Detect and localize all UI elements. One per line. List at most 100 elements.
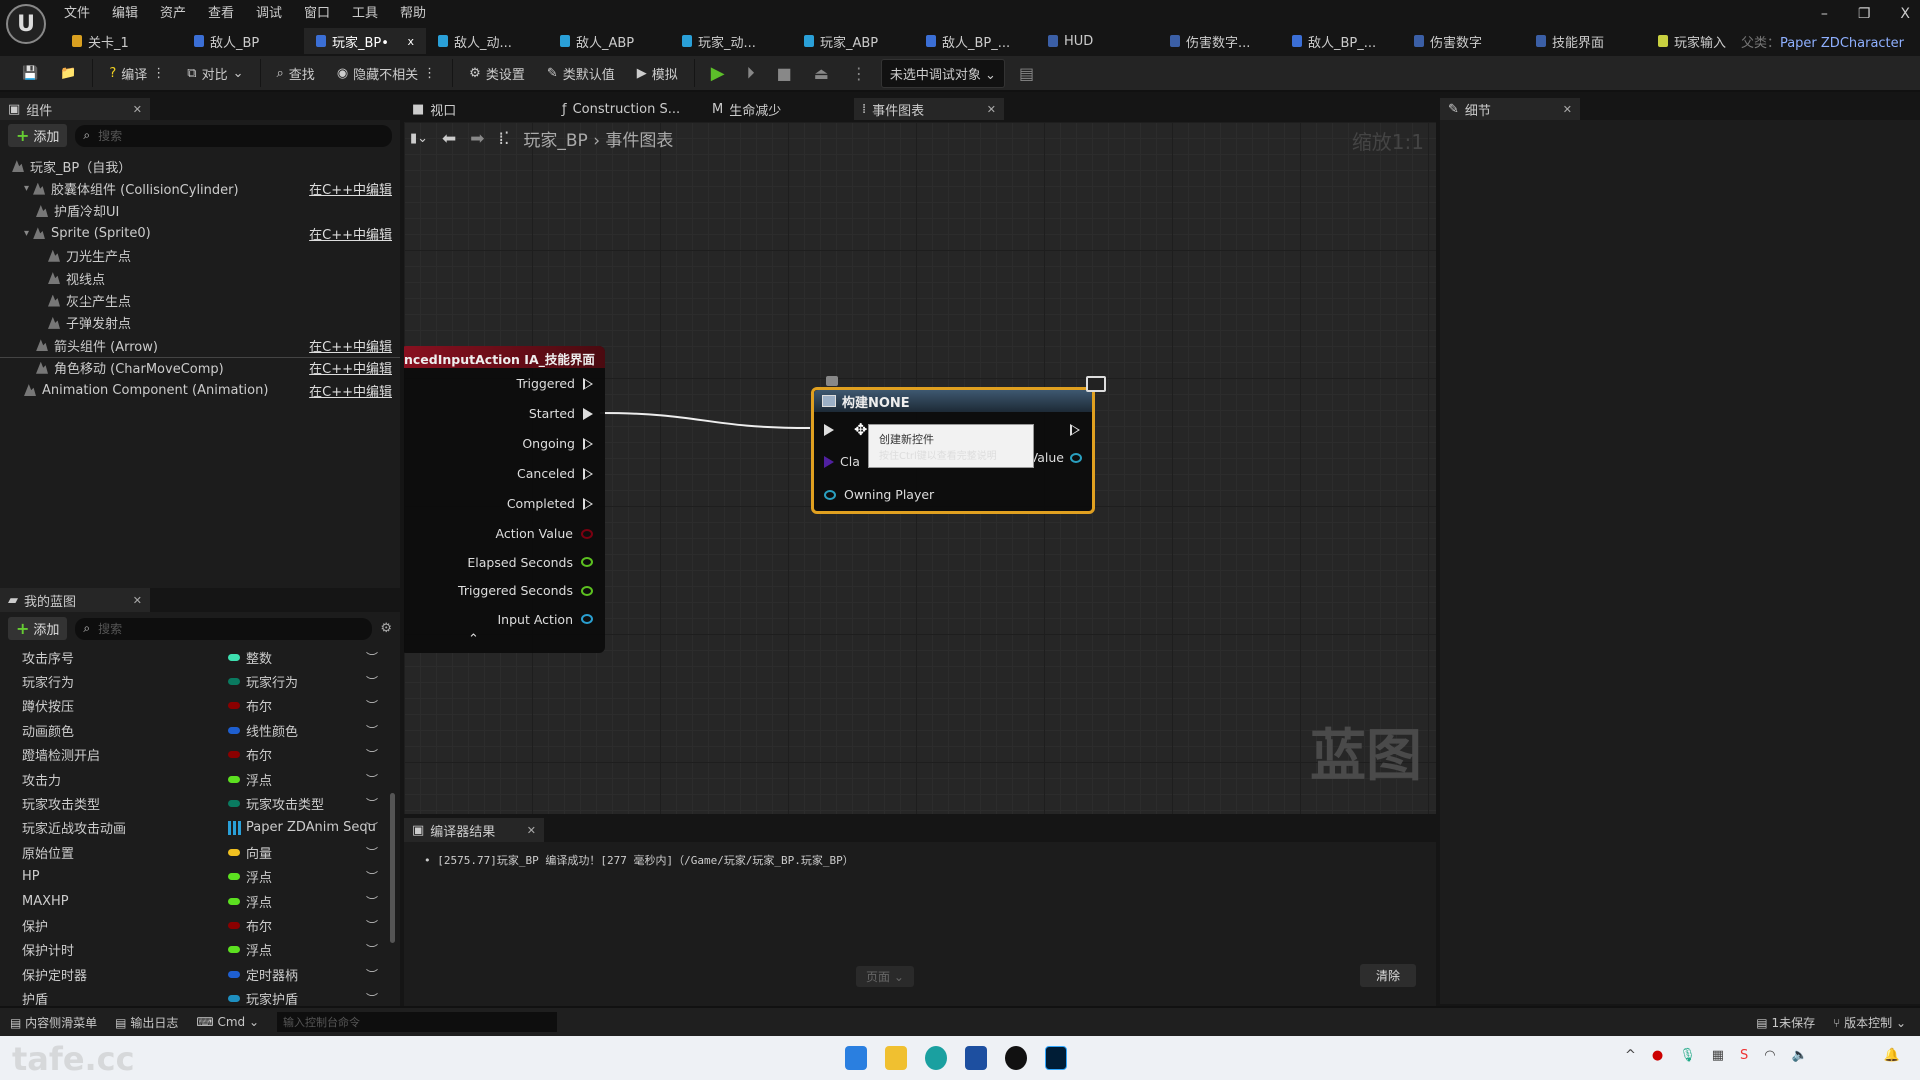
class-pin[interactable]: Cla	[824, 454, 860, 469]
variable-type[interactable]: 玩家攻击类型	[246, 794, 324, 813]
variable-type[interactable]: 浮点	[246, 940, 272, 959]
variable-type[interactable]: 定时器柄	[246, 965, 298, 984]
value-pin[interactable]: Value	[1030, 450, 1082, 465]
menu-item[interactable]: 帮助	[400, 2, 448, 21]
eject-button[interactable]: ⏏	[806, 59, 837, 87]
visibility-eye-icon[interactable]: ︶	[366, 697, 378, 714]
component-item[interactable]: 刀光生产点	[0, 245, 400, 267]
visibility-eye-icon[interactable]: ︶	[366, 819, 378, 836]
variable-item[interactable]: 玩家近战攻击动画 Paper ZDAnim Sequ ︶	[0, 816, 400, 840]
photoshop-icon[interactable]	[1045, 1046, 1067, 1070]
edge-browser-icon[interactable]	[925, 1046, 947, 1070]
minimize-button[interactable]: –	[1821, 6, 1828, 22]
variable-item[interactable]: 原始位置 向量 ︶	[0, 840, 400, 864]
document-tab[interactable]: 敌人_ABP	[548, 28, 670, 54]
hide-unrelated-button[interactable]: ◉ 隐藏不相关 ⋮	[329, 59, 444, 87]
volume-icon[interactable]: 🔈	[1792, 1048, 1808, 1063]
content-drawer-button[interactable]: ▤ 内容侧滑菜单	[10, 1014, 97, 1031]
unsaved-button[interactable]: ▤ 1未保存	[1756, 1014, 1815, 1031]
parent-class-link[interactable]: Paper ZDCharacter	[1780, 36, 1904, 51]
debug-browse-icon[interactable]: ▤	[1011, 59, 1042, 87]
comment-bubble-icon[interactable]	[826, 376, 838, 386]
data-out-pin[interactable]: Action Value	[496, 526, 593, 541]
close-tab-button[interactable]: ✕	[133, 103, 142, 116]
variable-type[interactable]: 玩家护盾	[246, 989, 298, 1005]
menu-item[interactable]: 文件	[64, 2, 112, 21]
variable-type[interactable]: 玩家行为	[246, 672, 298, 691]
data-out-pin[interactable]: Input Action	[498, 612, 593, 627]
close-tab-button[interactable]: ✕	[133, 594, 142, 607]
construct-widget-node[interactable]: 构建NONE Cla Value Owning Player ✥ 创建新控件 按…	[811, 376, 1106, 514]
variable-item[interactable]: 蹬墙检测开启 布尔 ︶	[0, 743, 400, 767]
variable-type[interactable]: 整数	[246, 648, 272, 667]
exec-out-pin[interactable]: Completed	[507, 496, 593, 511]
menu-item[interactable]: 工具	[352, 2, 400, 21]
graph-tab[interactable]: ƒ Construction S...	[554, 98, 704, 120]
visibility-eye-icon[interactable]: ︶	[366, 941, 378, 958]
menu-item[interactable]: 窗口	[304, 2, 352, 21]
compiler-results-tab[interactable]: ▣ 编译器结果 ✕	[404, 818, 544, 842]
variable-item[interactable]: 蹲伏按压 布尔 ︶	[0, 694, 400, 718]
event-graph-canvas[interactable]: ▮⌄ ⬅ ➡ ⁞⁚ 玩家_BP › 事件图表 缩放1:1 蓝图 ncedInpu…	[404, 122, 1436, 814]
component-item[interactable]: 箭头组件 (Arrow) 在C++中编辑	[0, 334, 400, 358]
variable-type[interactable]: 浮点	[246, 770, 272, 789]
data-out-pin[interactable]: Triggered Seconds	[458, 583, 593, 598]
variable-type[interactable]: 浮点	[246, 892, 272, 911]
menu-item[interactable]: 查看	[208, 2, 256, 21]
windows-start-icon[interactable]	[845, 1046, 867, 1070]
visibility-eye-icon[interactable]: ︶	[366, 649, 378, 666]
my-blueprint-tab[interactable]: ▰ 我的蓝图 ✕	[0, 588, 150, 612]
visibility-eye-icon[interactable]: ︶	[366, 746, 378, 763]
cmd-dropdown[interactable]: ⌨ Cmd ⌄	[196, 1015, 259, 1029]
console-input[interactable]: 输入控制台命令	[277, 1012, 558, 1032]
component-item[interactable]: ▾ 胶囊体组件 (CollisionCylinder) 在C++中编辑	[0, 177, 400, 199]
sogou-icon[interactable]: S	[1740, 1048, 1748, 1063]
visibility-eye-icon[interactable]: ︶	[366, 990, 378, 1005]
variable-item[interactable]: 保护 布尔 ︶	[0, 913, 400, 937]
add-component-button[interactable]: + 添加	[8, 124, 68, 147]
variable-item[interactable]: MAXHP 浮点 ︶	[0, 889, 400, 913]
wifi-icon[interactable]: ◠	[1764, 1048, 1775, 1063]
exec-out-pin[interactable]: Triggered	[517, 376, 593, 391]
diff-button[interactable]: ⧉ 对比 ⌄	[179, 59, 251, 87]
compile-button[interactable]: ? 编译 ⋮	[101, 59, 173, 87]
visibility-eye-icon[interactable]: ︶	[366, 844, 378, 861]
unreal-logo-icon[interactable]: U	[6, 4, 46, 44]
component-item[interactable]: 玩家_BP（自我）	[0, 155, 400, 177]
close-tab-button[interactable]: ✕	[1563, 103, 1572, 116]
graph-tab[interactable]: ⁞ 事件图表 ✕	[854, 98, 1004, 120]
document-tab[interactable]: 关卡_1	[60, 28, 182, 54]
variable-item[interactable]: 玩家攻击类型 玩家攻击类型 ︶	[0, 791, 400, 815]
variable-type[interactable]: 向量	[246, 843, 272, 862]
close-window-button[interactable]: X	[1900, 6, 1910, 22]
document-tab[interactable]: 伤害数字	[1402, 28, 1524, 54]
close-tab-button[interactable]: ✕	[527, 824, 536, 837]
find-button[interactable]: ⌕ 查找	[269, 59, 323, 87]
variable-type[interactable]: 布尔	[246, 916, 272, 935]
step-button[interactable]: ⏵	[739, 59, 763, 87]
store-icon[interactable]	[965, 1046, 987, 1070]
debug-target-dropdown[interactable]: 未选中调试对象 ⌄	[880, 58, 1005, 88]
graph-tab[interactable]: ■ 视口	[404, 98, 554, 120]
ime-icon[interactable]: ▦	[1712, 1048, 1724, 1063]
edit-in-cpp-link[interactable]: 在C++中编辑	[309, 224, 392, 243]
visibility-eye-icon[interactable]: ︶	[366, 868, 378, 885]
expand-arrow-icon[interactable]: ▾	[24, 183, 29, 194]
class-settings-button[interactable]: ⚙ 类设置	[461, 59, 533, 87]
variable-type[interactable]: Paper ZDAnim Sequ	[246, 820, 376, 835]
close-tab-button[interactable]: ✕	[987, 103, 996, 116]
scrollbar[interactable]	[390, 793, 395, 943]
visibility-eye-icon[interactable]: ︶	[366, 893, 378, 910]
visibility-eye-icon[interactable]: ︶	[366, 673, 378, 690]
microphone-icon[interactable]: 🎙	[1679, 1048, 1696, 1063]
components-tab[interactable]: ▣ 组件 ✕	[0, 98, 150, 120]
exec-out-pin[interactable]	[1070, 424, 1080, 436]
document-tab[interactable]: 敌人_动...	[426, 28, 548, 54]
data-out-pin[interactable]: Elapsed Seconds	[467, 555, 593, 570]
page-dropdown[interactable]: 页面 ⌄	[856, 966, 914, 987]
menu-item[interactable]: 调试	[256, 2, 304, 21]
visibility-eye-icon[interactable]: ︶	[366, 771, 378, 788]
exec-out-pin[interactable]: Canceled	[517, 466, 593, 481]
component-item[interactable]: 灰尘产生点	[0, 289, 400, 311]
owning-player-pin[interactable]: Owning Player	[824, 487, 934, 502]
